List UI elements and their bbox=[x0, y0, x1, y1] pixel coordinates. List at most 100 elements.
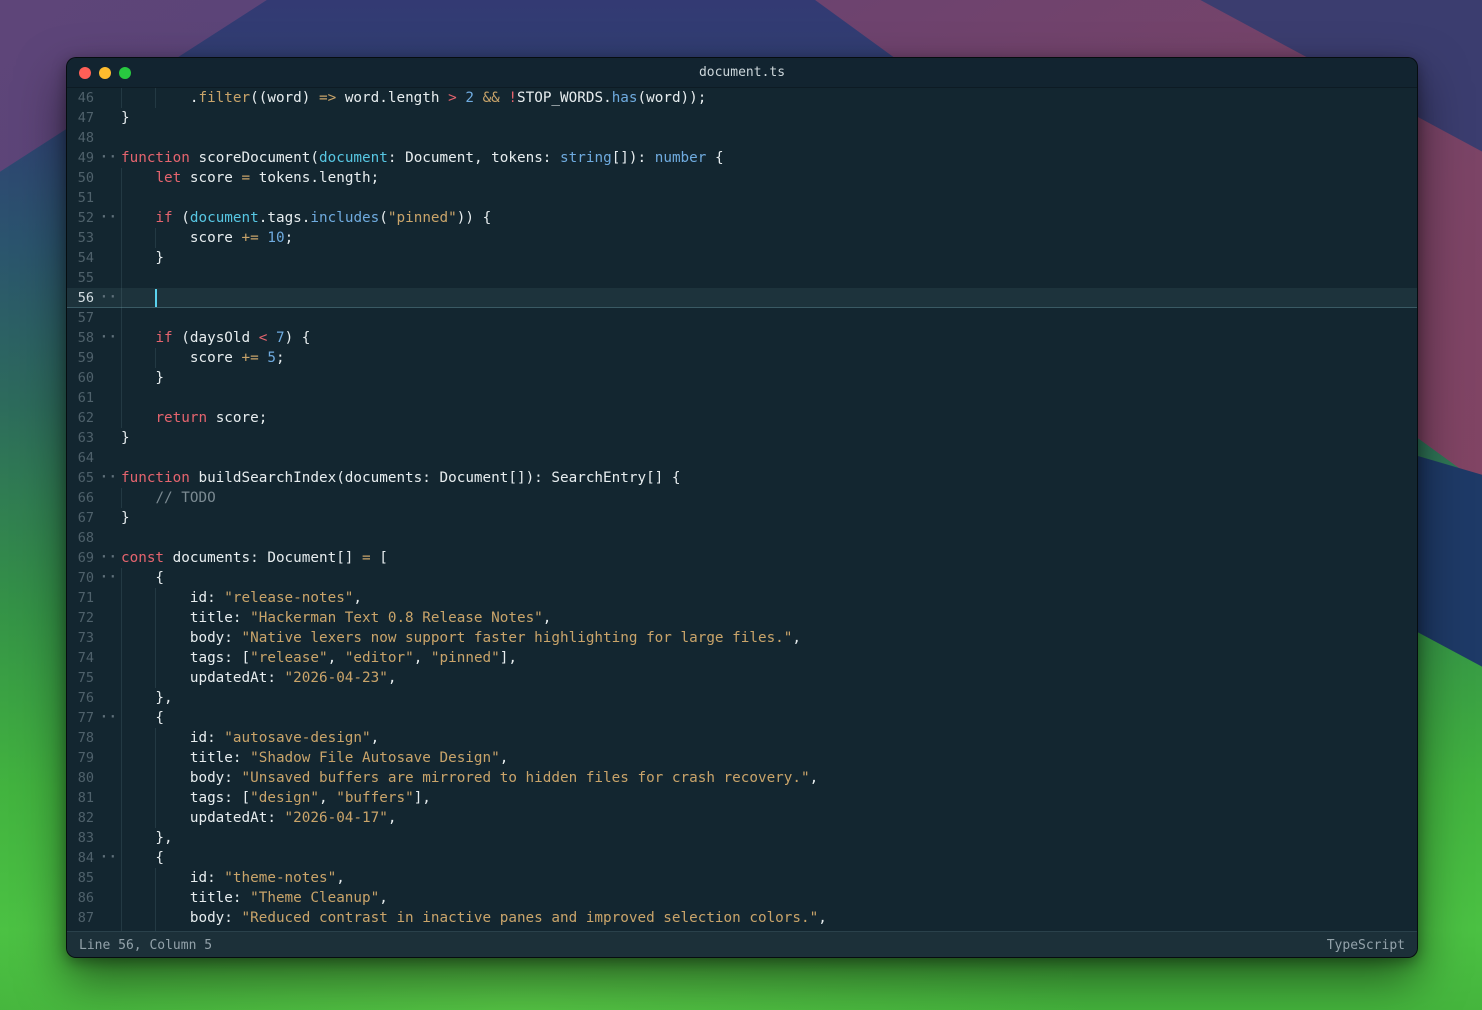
line-content[interactable] bbox=[121, 128, 1417, 148]
code-area[interactable]: 46 .filter((word) => word.length > 2 && … bbox=[67, 88, 1417, 931]
code-line[interactable]: 67} bbox=[67, 508, 1417, 528]
line-content[interactable]: body: "Native lexers now support faster … bbox=[121, 628, 1417, 648]
line-content[interactable]: tags: ["design", "buffers"], bbox=[121, 788, 1417, 808]
title-bar[interactable]: document.ts bbox=[67, 58, 1417, 88]
code-line[interactable]: 72 title: "Hackerman Text 0.8 Release No… bbox=[67, 608, 1417, 628]
code-line[interactable]: 51 bbox=[67, 188, 1417, 208]
line-content[interactable]: body: "Unsaved buffers are mirrored to h… bbox=[121, 768, 1417, 788]
line-content[interactable]: id: "theme-notes", bbox=[121, 868, 1417, 888]
code-line[interactable]: 64 bbox=[67, 448, 1417, 468]
code-line[interactable]: 47} bbox=[67, 108, 1417, 128]
code-line[interactable]: 58·· if (daysOld < 7) { bbox=[67, 328, 1417, 348]
line-content[interactable] bbox=[121, 288, 1417, 308]
code-token: "Shadow File Autosave Design" bbox=[250, 750, 500, 766]
fold-marker[interactable]: ·· bbox=[100, 288, 118, 308]
code-line[interactable]: 75 updatedAt: "2026-04-23", bbox=[67, 668, 1417, 688]
fold-marker[interactable]: ·· bbox=[100, 568, 118, 588]
code-line[interactable]: 57 bbox=[67, 308, 1417, 328]
code-line[interactable]: 49··function scoreDocument(document: Doc… bbox=[67, 148, 1417, 168]
line-content[interactable]: } bbox=[121, 428, 1417, 448]
line-content[interactable]: title: "Shadow File Autosave Design", bbox=[121, 748, 1417, 768]
code-line[interactable]: 56·· bbox=[67, 288, 1417, 308]
line-content[interactable]: }, bbox=[121, 828, 1417, 848]
line-content[interactable]: tags: ["theme"], bbox=[121, 928, 1417, 931]
line-content[interactable]: }, bbox=[121, 688, 1417, 708]
code-line[interactable]: 62 return score; bbox=[67, 408, 1417, 428]
line-content[interactable]: score += 10; bbox=[121, 228, 1417, 248]
code-line[interactable]: 48 bbox=[67, 128, 1417, 148]
code-line[interactable]: 77·· { bbox=[67, 708, 1417, 728]
line-content[interactable]: { bbox=[121, 708, 1417, 728]
fold-marker[interactable]: ·· bbox=[100, 208, 118, 228]
code-line[interactable]: 84·· { bbox=[67, 848, 1417, 868]
line-content[interactable]: .filter((word) => word.length > 2 && !ST… bbox=[121, 88, 1417, 108]
code-line[interactable]: 81 tags: ["design", "buffers"], bbox=[67, 788, 1417, 808]
fold-marker[interactable]: ·· bbox=[100, 468, 118, 488]
line-content[interactable]: title: "Hackerman Text 0.8 Release Notes… bbox=[121, 608, 1417, 628]
code-line[interactable]: 82 updatedAt: "2026-04-17", bbox=[67, 808, 1417, 828]
line-content[interactable]: if (document.tags.includes("pinned")) { bbox=[121, 208, 1417, 228]
code-line[interactable]: 88 tags: ["theme"], bbox=[67, 928, 1417, 931]
line-content[interactable]: } bbox=[121, 248, 1417, 268]
fold-marker[interactable]: ·· bbox=[100, 548, 118, 568]
line-content[interactable]: score += 5; bbox=[121, 348, 1417, 368]
code-line[interactable]: 66 // TODO bbox=[67, 488, 1417, 508]
code-line[interactable]: 71 id: "release-notes", bbox=[67, 588, 1417, 608]
line-content[interactable]: updatedAt: "2026-04-23", bbox=[121, 668, 1417, 688]
line-content[interactable]: tags: ["release", "editor", "pinned"], bbox=[121, 648, 1417, 668]
line-content[interactable]: // TODO bbox=[121, 488, 1417, 508]
code-line[interactable]: 53 score += 10; bbox=[67, 228, 1417, 248]
line-content[interactable]: title: "Theme Cleanup", bbox=[121, 888, 1417, 908]
line-content[interactable]: function buildSearchIndex(documents: Doc… bbox=[121, 468, 1417, 488]
fold-marker[interactable]: ·· bbox=[100, 848, 118, 868]
code-line[interactable]: 69··const documents: Document[] = [ bbox=[67, 548, 1417, 568]
code-line[interactable]: 74 tags: ["release", "editor", "pinned"]… bbox=[67, 648, 1417, 668]
line-content[interactable]: id: "autosave-design", bbox=[121, 728, 1417, 748]
fold-marker[interactable]: ·· bbox=[100, 708, 118, 728]
line-content[interactable]: if (daysOld < 7) { bbox=[121, 328, 1417, 348]
line-content[interactable]: } bbox=[121, 108, 1417, 128]
gutter: 66 bbox=[67, 488, 121, 508]
line-content[interactable] bbox=[121, 528, 1417, 548]
line-content[interactable] bbox=[121, 188, 1417, 208]
line-content[interactable]: { bbox=[121, 848, 1417, 868]
fold-marker[interactable]: ·· bbox=[100, 328, 118, 348]
line-content[interactable] bbox=[121, 268, 1417, 288]
line-content[interactable]: function scoreDocument(document: Documen… bbox=[121, 148, 1417, 168]
line-content[interactable]: return score; bbox=[121, 408, 1417, 428]
code-line[interactable]: 86 title: "Theme Cleanup", bbox=[67, 888, 1417, 908]
line-content[interactable]: } bbox=[121, 368, 1417, 388]
code-line[interactable]: 46 .filter((word) => word.length > 2 && … bbox=[67, 88, 1417, 108]
code-line[interactable]: 52·· if (document.tags.includes("pinned"… bbox=[67, 208, 1417, 228]
code-line[interactable]: 68 bbox=[67, 528, 1417, 548]
code-line[interactable]: 83 }, bbox=[67, 828, 1417, 848]
code-line[interactable]: 78 id: "autosave-design", bbox=[67, 728, 1417, 748]
code-line[interactable]: 50 let score = tokens.length; bbox=[67, 168, 1417, 188]
code-line[interactable]: 70·· { bbox=[67, 568, 1417, 588]
line-content[interactable] bbox=[121, 448, 1417, 468]
code-line[interactable]: 63} bbox=[67, 428, 1417, 448]
code-line[interactable]: 85 id: "theme-notes", bbox=[67, 868, 1417, 888]
code-line[interactable]: 59 score += 5; bbox=[67, 348, 1417, 368]
code-line[interactable]: 79 title: "Shadow File Autosave Design", bbox=[67, 748, 1417, 768]
code-line[interactable]: 76 }, bbox=[67, 688, 1417, 708]
code-line[interactable]: 55 bbox=[67, 268, 1417, 288]
line-content[interactable]: body: "Reduced contrast in inactive pane… bbox=[121, 908, 1417, 928]
line-content[interactable]: } bbox=[121, 508, 1417, 528]
line-content[interactable]: let score = tokens.length; bbox=[121, 168, 1417, 188]
code-line[interactable]: 80 body: "Unsaved buffers are mirrored t… bbox=[67, 768, 1417, 788]
line-content[interactable] bbox=[121, 308, 1417, 328]
fold-marker[interactable]: ·· bbox=[100, 148, 118, 168]
line-content[interactable] bbox=[121, 388, 1417, 408]
line-content[interactable]: { bbox=[121, 568, 1417, 588]
line-content[interactable]: id: "release-notes", bbox=[121, 588, 1417, 608]
code-line[interactable]: 73 body: "Native lexers now support fast… bbox=[67, 628, 1417, 648]
code-line[interactable]: 87 body: "Reduced contrast in inactive p… bbox=[67, 908, 1417, 928]
line-content[interactable]: const documents: Document[] = [ bbox=[121, 548, 1417, 568]
language-mode-status[interactable]: TypeScript bbox=[1327, 938, 1405, 953]
code-line[interactable]: 61 bbox=[67, 388, 1417, 408]
line-content[interactable]: updatedAt: "2026-04-17", bbox=[121, 808, 1417, 828]
code-line[interactable]: 60 } bbox=[67, 368, 1417, 388]
code-line[interactable]: 54 } bbox=[67, 248, 1417, 268]
code-line[interactable]: 65··function buildSearchIndex(documents:… bbox=[67, 468, 1417, 488]
